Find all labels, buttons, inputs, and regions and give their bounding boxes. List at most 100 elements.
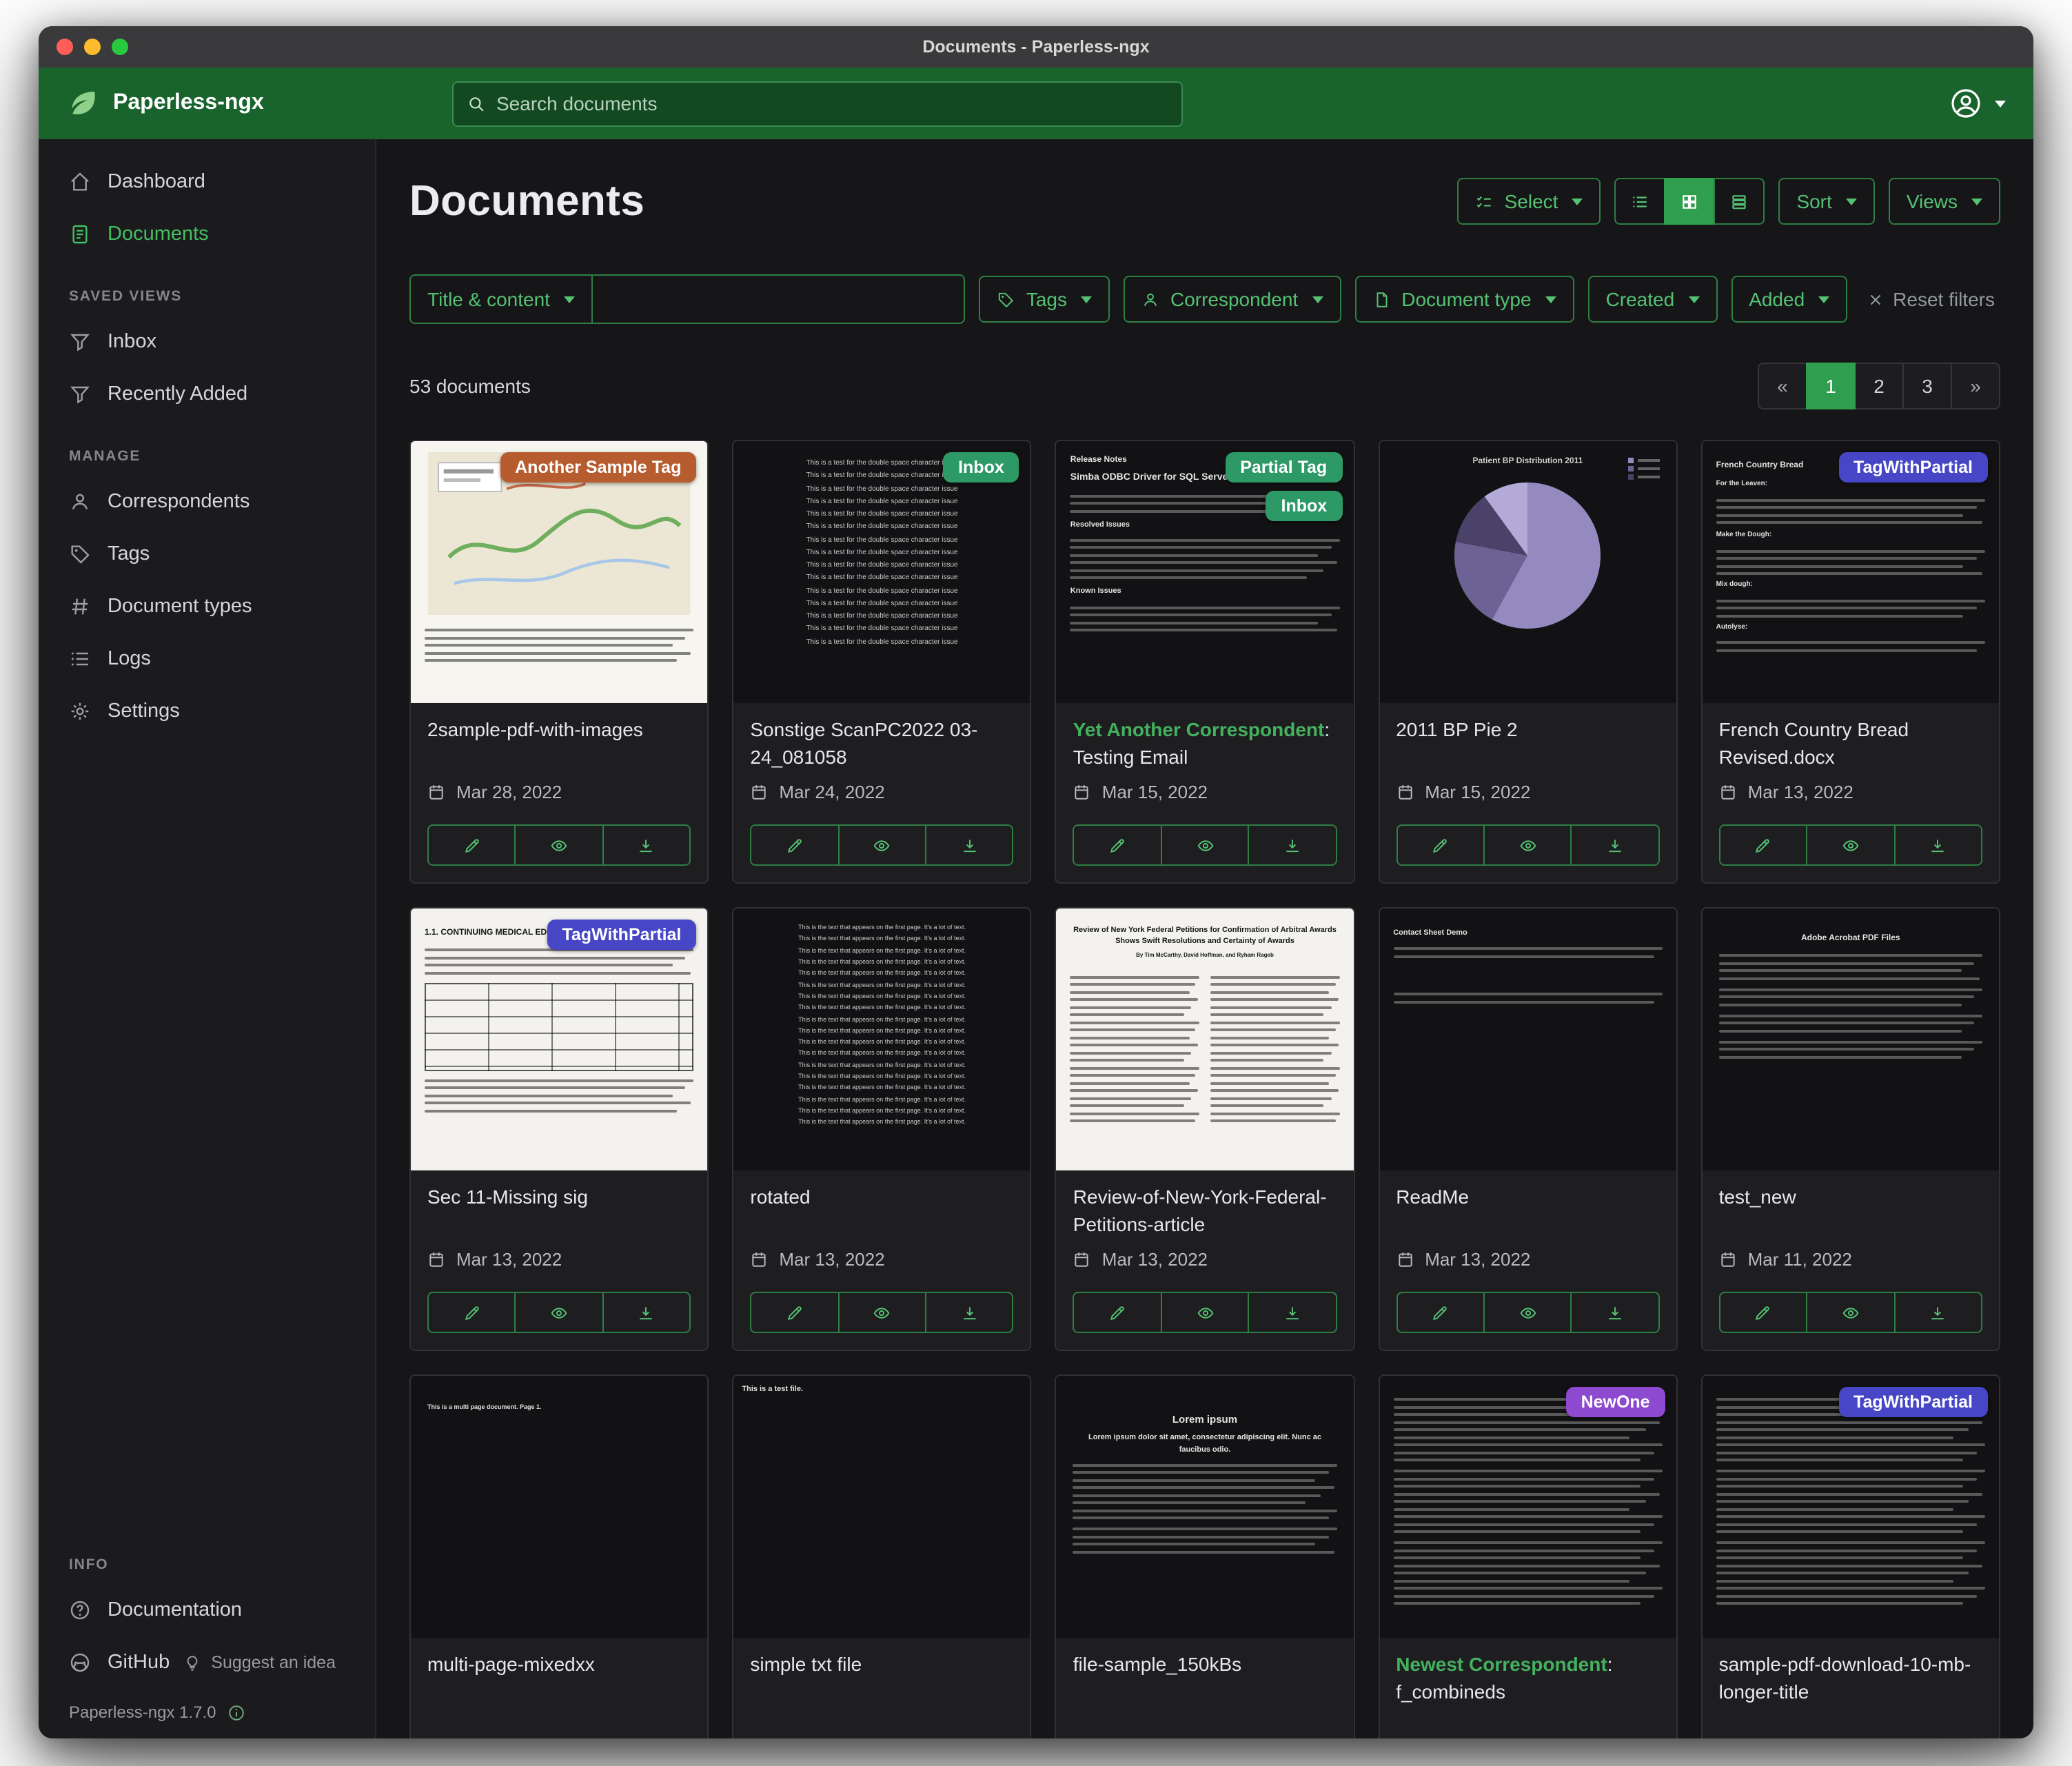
pagination-next-button[interactable]: » — [1951, 363, 2000, 409]
info-icon[interactable] — [227, 1703, 245, 1721]
document-thumbnail[interactable]: Patient BP Distribution 2011 — [1379, 441, 1676, 703]
document-title[interactable]: test_new — [1719, 1184, 1982, 1211]
download-document-button[interactable] — [602, 1292, 691, 1333]
view-document-button[interactable] — [1161, 824, 1250, 866]
view-document-button[interactable] — [515, 1292, 604, 1333]
title-content-filter-input[interactable] — [593, 274, 966, 324]
filter-correspondent-button[interactable]: Correspondent — [1124, 276, 1341, 323]
list-view-button[interactable] — [1614, 178, 1665, 225]
document-title[interactable]: 2sample-pdf-with-images — [427, 717, 691, 744]
document-thumbnail[interactable]: Adobe Acrobat PDF Files — [1703, 909, 1999, 1170]
tag-pill[interactable]: TagWithPartial — [1838, 452, 1988, 483]
document-thumbnail[interactable]: Release NotesSimba ODBC Driver for SQL S… — [1057, 441, 1353, 703]
document-title[interactable]: simple txt file — [750, 1652, 1013, 1678]
document-thumbnail[interactable]: Lorem ipsumLorem ipsum dolor sit amet, c… — [1057, 1376, 1353, 1638]
view-document-button[interactable] — [1161, 1292, 1250, 1333]
view-document-button[interactable] — [1806, 824, 1895, 866]
document-title[interactable]: Newest Correspondent: f_combineds — [1396, 1652, 1659, 1705]
document-thumbnail[interactable]: French Country BreadFor the Leaven:Make … — [1703, 441, 1999, 703]
tag-pill[interactable]: Inbox — [943, 452, 1019, 483]
user-menu[interactable] — [1949, 87, 2006, 120]
document-thumbnail[interactable]: This is a test file. — [733, 1376, 1030, 1638]
tag-pill[interactable]: TagWithPartial — [547, 920, 696, 950]
download-document-button[interactable] — [1571, 1292, 1660, 1333]
sidebar-item-tags[interactable]: Tags — [39, 528, 375, 580]
sidebar-item-github[interactable]: GitHub — [39, 1636, 183, 1689]
maximize-window-button[interactable] — [112, 39, 128, 55]
download-document-button[interactable] — [925, 824, 1014, 866]
sidebar-item-correspondents[interactable]: Correspondents — [39, 476, 375, 528]
document-thumbnail[interactable]: NewOne — [1379, 1376, 1676, 1638]
download-document-button[interactable] — [1248, 824, 1337, 866]
document-thumbnail[interactable]: Review of New York Federal Petitions for… — [1057, 909, 1353, 1170]
tag-pill[interactable]: NewOne — [1566, 1387, 1665, 1417]
edit-document-button[interactable] — [1396, 1292, 1485, 1333]
document-correspondent[interactable]: Newest Correspondent — [1396, 1653, 1607, 1675]
document-thumbnail[interactable]: TagWithPartial — [1703, 1376, 1999, 1638]
document-correspondent[interactable]: Yet Another Correspondent — [1073, 718, 1325, 740]
download-document-button[interactable] — [602, 824, 691, 866]
document-thumbnail[interactable]: This is the text that appears on the fir… — [733, 909, 1030, 1170]
pagination-page-1[interactable]: 1 — [1806, 363, 1856, 409]
tag-pill[interactable]: TagWithPartial — [1838, 1387, 1988, 1417]
edit-document-button[interactable] — [1719, 824, 1808, 866]
edit-document-button[interactable] — [1073, 824, 1162, 866]
view-document-button[interactable] — [515, 824, 604, 866]
edit-document-button[interactable] — [1073, 1292, 1162, 1333]
edit-document-button[interactable] — [1719, 1292, 1808, 1333]
view-document-button[interactable] — [837, 824, 926, 866]
filter-added-button[interactable]: Added — [1731, 276, 1847, 323]
sidebar-item-documentation[interactable]: Documentation — [39, 1584, 375, 1636]
view-document-button[interactable] — [837, 1292, 926, 1333]
document-thumbnail[interactable]: 1.1. CONTINUING MEDICAL EDUCATagWithPart… — [411, 909, 707, 1170]
document-title[interactable]: Sec 11-Missing sig — [427, 1184, 691, 1211]
document-title[interactable]: Yet Another Correspondent: Testing Email — [1073, 717, 1337, 771]
document-thumbnail[interactable]: This is a test for the double space char… — [733, 441, 1030, 703]
card-view-button[interactable] — [1714, 178, 1765, 225]
document-title[interactable]: ReadMe — [1396, 1184, 1659, 1211]
download-document-button[interactable] — [1248, 1292, 1337, 1333]
edit-document-button[interactable] — [427, 824, 516, 866]
document-title[interactable]: file-sample_150kBs — [1073, 1652, 1337, 1678]
close-window-button[interactable] — [57, 39, 73, 55]
search-input[interactable] — [496, 92, 1168, 114]
document-thumbnail[interactable]: Contact Sheet Demo — [1379, 909, 1676, 1170]
pagination-prev-button[interactable]: « — [1758, 363, 1807, 409]
view-document-button[interactable] — [1483, 1292, 1572, 1333]
brand-logo[interactable]: Paperless-ngx — [66, 87, 264, 120]
document-title[interactable]: multi-page-mixedxx — [427, 1652, 691, 1678]
document-thumbnail[interactable]: This is a multi page document. Page 1. — [411, 1376, 707, 1638]
download-document-button[interactable] — [925, 1292, 1014, 1333]
document-title[interactable]: rotated — [750, 1184, 1013, 1211]
filter-field-dropdown[interactable]: Title & content — [409, 274, 593, 324]
suggest-idea-link[interactable]: Suggest an idea — [183, 1653, 349, 1672]
pagination-page-3[interactable]: 3 — [1902, 363, 1952, 409]
tag-pill[interactable]: Inbox — [1266, 491, 1343, 521]
sidebar-item-settings[interactable]: Settings — [39, 685, 375, 738]
edit-document-button[interactable] — [750, 824, 839, 866]
select-button[interactable]: Select — [1458, 178, 1601, 225]
tag-pill[interactable]: Partial Tag — [1225, 452, 1342, 483]
edit-document-button[interactable] — [1396, 824, 1485, 866]
filter-tags-button[interactable]: Tags — [979, 276, 1110, 323]
document-title[interactable]: Review-of-New-York-Federal-Petitions-art… — [1073, 1184, 1337, 1238]
minimize-window-button[interactable] — [84, 39, 101, 55]
sidebar-item-document-types[interactable]: Document types — [39, 580, 375, 633]
document-thumbnail[interactable]: Another Sample Tag — [411, 441, 707, 703]
tag-pill[interactable]: Another Sample Tag — [500, 452, 696, 483]
sidebar-item-dashboard[interactable]: Dashboard — [39, 156, 375, 208]
document-title[interactable]: French Country Bread Revised.docx — [1719, 717, 1982, 771]
view-document-button[interactable] — [1806, 1292, 1895, 1333]
download-document-button[interactable] — [1893, 824, 1982, 866]
download-document-button[interactable] — [1571, 824, 1660, 866]
sidebar-item-recently-added[interactable]: Recently Added — [39, 368, 375, 420]
download-document-button[interactable] — [1893, 1292, 1982, 1333]
view-document-button[interactable] — [1483, 824, 1572, 866]
filter-document-type-button[interactable]: Document type — [1354, 276, 1574, 323]
document-title[interactable]: 2011 BP Pie 2 — [1396, 717, 1659, 744]
filter-created-button[interactable]: Created — [1588, 276, 1718, 323]
edit-document-button[interactable] — [750, 1292, 839, 1333]
grid-view-button[interactable] — [1664, 178, 1715, 225]
document-title[interactable]: Sonstige ScanPC2022 03-24_081058 — [750, 717, 1013, 771]
sort-button[interactable]: Sort — [1778, 178, 1874, 225]
